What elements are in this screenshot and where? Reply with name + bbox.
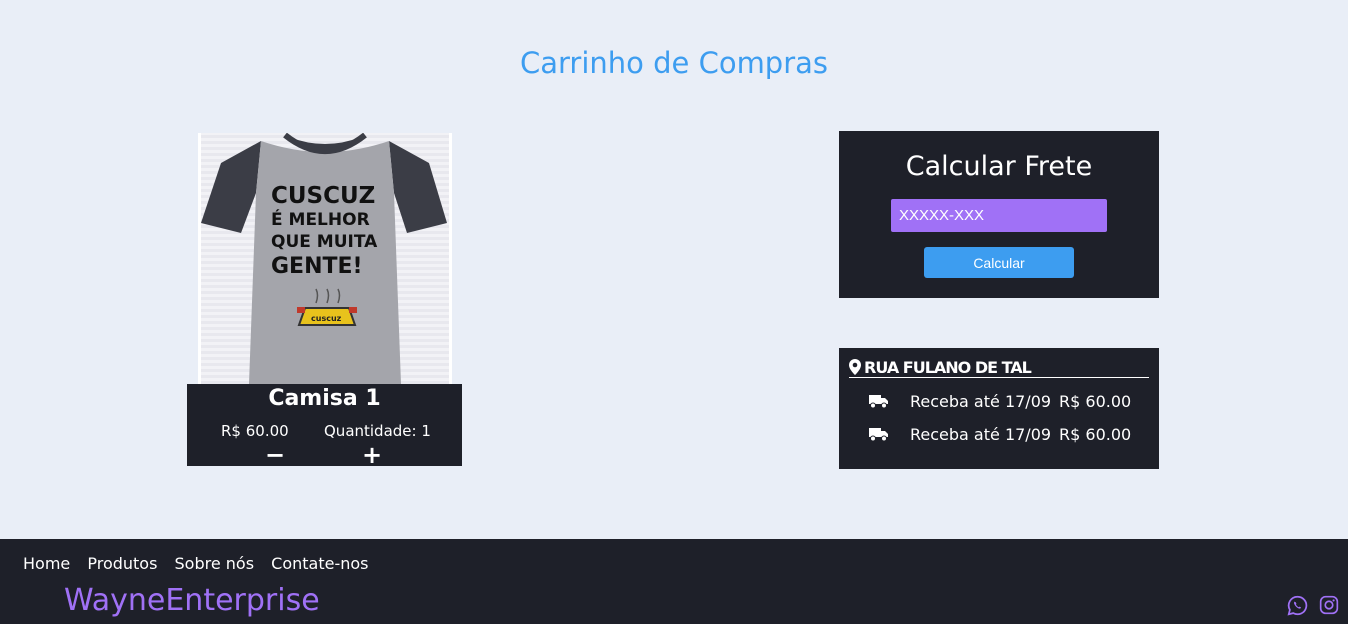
map-pin-icon [849, 359, 861, 375]
product-name: Camisa 1 [268, 386, 381, 411]
address-text: RUA FULANO DE TAL [864, 358, 1032, 377]
footer-nav: Home Produtos Sobre nós Contate-nos [23, 554, 380, 573]
pot-text: cuscuz [311, 314, 342, 323]
freight-title: Calcular Frete [905, 151, 1093, 182]
delivery-option[interactable]: Receba até 17/09 R$ 60.00 [869, 392, 1149, 414]
delivery-date: Receba até 17/09 [910, 392, 1052, 411]
truck-icon [869, 428, 888, 442]
brand-logo[interactable]: WayneEnterprise [64, 583, 320, 618]
nav-link-sobre-nos[interactable]: Sobre nós [175, 554, 255, 573]
address: RUA FULANO DE TAL [849, 358, 1149, 378]
page-title: Carrinho de Compras [519, 46, 829, 80]
truck-icon [869, 395, 888, 409]
nav-link-home[interactable]: Home [23, 554, 70, 573]
decrease-quantity-button[interactable]: − [263, 443, 287, 467]
shirt-text: QUE MUITA [271, 232, 378, 252]
delivery-price: R$ 60.00 [1059, 392, 1132, 411]
delivery-option[interactable]: Receba até 17/09 R$ 60.00 [869, 425, 1149, 447]
shirt-text: CUSCUZ [271, 183, 375, 209]
footer: Home Produtos Sobre nós Contate-nos Wayn… [0, 539, 1348, 624]
delivery-options: RUA FULANO DE TAL Receba até 17/09 R$ 60… [839, 348, 1159, 469]
freight-calculator: Calcular Frete Calcular [839, 131, 1159, 298]
nav-link-produtos[interactable]: Produtos [87, 554, 157, 573]
product-image: CUSCUZ É MELHOR QUE MUITA GENTE! cuscuz [198, 133, 452, 384]
delivery-date: Receba até 17/09 [910, 425, 1052, 444]
product-quantity: Quantidade: 1 [324, 422, 431, 440]
delivery-price: R$ 60.00 [1059, 425, 1132, 444]
calculate-button[interactable]: Calcular [924, 247, 1074, 278]
product-info: Camisa 1 R$ 60.00 Quantidade: 1 − + [187, 384, 462, 467]
shirt-text: GENTE! [271, 254, 363, 279]
instagram-icon[interactable] [1319, 595, 1339, 615]
whatsapp-icon[interactable] [1287, 595, 1308, 616]
shirt-text: É MELHOR [271, 208, 370, 230]
nav-link-contate-nos[interactable]: Contate-nos [271, 554, 368, 573]
cep-input[interactable] [891, 199, 1107, 232]
product-price: R$ 60.00 [221, 422, 289, 440]
increase-quantity-button[interactable]: + [360, 443, 384, 467]
tshirt-image: CUSCUZ É MELHOR QUE MUITA GENTE! cuscuz [201, 133, 447, 384]
